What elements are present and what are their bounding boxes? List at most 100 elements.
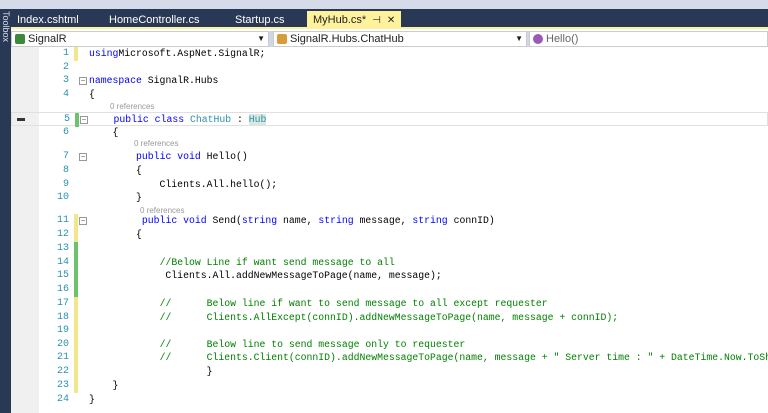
code-token: public void (136, 151, 207, 162)
code-line[interactable]: 21 // Clients.Client(connID).addNewMessa… (11, 351, 768, 365)
line-number: 8 (62, 165, 69, 176)
code-token: string (241, 215, 278, 226)
tab-index-cshtml[interactable]: Index.cshtml (11, 11, 85, 29)
tab-startup[interactable]: Startup.cs (229, 11, 291, 29)
code-line[interactable]: 11− public void Send(string name, string… (11, 214, 768, 228)
code-text: // Below line if want to send message to… (89, 297, 548, 311)
code-line[interactable]: 16 (11, 283, 768, 297)
code-token: string (412, 215, 448, 226)
type-dropdown[interactable]: SignalR.Hubs.ChatHub ▼ (273, 31, 527, 47)
toolbox-panel-tab[interactable]: Toolbox (0, 9, 11, 413)
change-marker (74, 256, 78, 270)
code-text: Clients.All.hello(); (89, 178, 278, 192)
change-marker (74, 47, 78, 61)
type-label: SignalR.Hubs.ChatHub (290, 33, 404, 45)
code-line[interactable]: 15 Clients.All.addNewMessageToPage(name,… (11, 269, 768, 283)
code-text: public class ChatHub : Hub (90, 113, 267, 127)
line-number: 3 (62, 75, 69, 86)
code-token: string (318, 215, 354, 226)
collapse-icon[interactable]: − (79, 153, 87, 161)
code-text: //Below Line if want send message to all (89, 256, 395, 270)
line-number: 9 (62, 179, 69, 190)
code-line[interactable]: 5 − public class ChatHub : Hub (11, 112, 768, 127)
code-line[interactable]: 20 // Below line to send message only to… (11, 338, 768, 352)
code-text: // Clients.AllExcept(connID).addNewMessa… (89, 311, 619, 325)
tab-label: MyHub.cs* (313, 14, 367, 26)
change-marker (74, 269, 78, 283)
code-line[interactable]: 17 // Below line if want to send message… (11, 297, 768, 311)
line-number: 2 (62, 62, 69, 73)
line-number: 13 (56, 243, 69, 254)
code-token: // Below line to send message only to re… (159, 339, 466, 350)
document-tab-bar: Index.cshtml HomeController.cs Startup.c… (11, 9, 768, 29)
line-number: 14 (56, 257, 69, 268)
line-number: 19 (56, 325, 69, 336)
code-text: public void Send(string name, string mes… (89, 214, 495, 228)
code-text: { (89, 164, 142, 178)
code-text: Clients.All.addNewMessageToPage(name, me… (89, 269, 441, 283)
code-token: ChatHub (189, 114, 232, 125)
pin-icon[interactable]: ⊣ (372, 15, 381, 26)
code-line[interactable]: 12 { (11, 228, 768, 242)
code-token: { (89, 165, 142, 176)
line-number: 20 (56, 339, 69, 350)
code-token: namespace (89, 75, 142, 86)
codelens-references[interactable]: 0 references (110, 102, 154, 111)
member-dropdown[interactable]: Hello() (529, 31, 768, 47)
code-token: //Below Line if want send message to all (159, 257, 395, 268)
line-number: 5 (63, 114, 70, 125)
line-number: 1 (62, 48, 69, 59)
code-text: } (89, 365, 213, 379)
collapse-icon[interactable]: − (79, 77, 87, 85)
line-number: 4 (62, 89, 69, 100)
project-label: SignalR (28, 33, 67, 45)
code-line[interactable]: 14 //Below Line if want send message to … (11, 256, 768, 270)
change-marker (74, 242, 78, 256)
code-token: Send( (212, 215, 242, 226)
code-line[interactable]: 24} (11, 393, 768, 407)
chevron-down-icon: ▼ (515, 34, 523, 43)
code-line[interactable]: 8 { (11, 164, 768, 178)
change-marker (74, 214, 78, 228)
code-line[interactable]: 10 } (11, 191, 768, 205)
project-dropdown[interactable]: SignalR ▼ (11, 31, 269, 47)
tab-homecontroller[interactable]: HomeController.cs (103, 11, 205, 29)
project-icon (15, 34, 25, 44)
code-line[interactable]: 9 Clients.All.hello(); (11, 178, 768, 192)
code-line[interactable]: 4{ (11, 88, 768, 102)
codelens-references[interactable]: 0 references (134, 139, 178, 148)
change-marker (74, 297, 78, 311)
collapse-icon[interactable]: − (79, 217, 87, 225)
line-number: 10 (56, 192, 69, 203)
code-token: } (89, 394, 95, 405)
tab-myhub[interactable]: MyHub.cs* ⊣ ✕ (307, 11, 402, 29)
code-line[interactable]: 18 // Clients.AllExcept(connID).addNewMe… (11, 311, 768, 325)
change-marker (74, 324, 78, 338)
collapse-icon[interactable]: − (80, 116, 88, 124)
code-token: { (89, 229, 142, 240)
close-icon[interactable]: ✕ (387, 15, 395, 26)
line-number: 7 (62, 151, 69, 162)
code-text: } (89, 379, 119, 393)
code-line[interactable]: 7 − public void Hello() (11, 150, 768, 164)
code-token: // Below line if want to send message to… (159, 298, 548, 309)
line-number: 21 (56, 352, 69, 363)
line-number: 17 (56, 298, 69, 309)
code-line[interactable]: 19 (11, 324, 768, 338)
change-marker (74, 228, 78, 242)
code-line[interactable]: 3 − namespace SignalR.Hubs (11, 74, 768, 88)
code-line[interactable]: 2 (11, 61, 768, 75)
code-token: : (231, 114, 249, 125)
code-line[interactable]: 23 } (11, 379, 768, 393)
code-line[interactable]: 22 } (11, 365, 768, 379)
line-number: 24 (56, 394, 69, 405)
change-marker (74, 311, 78, 325)
code-line[interactable]: 13 (11, 242, 768, 256)
code-line[interactable]: 1 usingMicrosoft.AspNet.SignalR; (11, 47, 768, 61)
code-line[interactable]: 6 { (11, 126, 768, 140)
code-token: // Clients.AllExcept(connID).addNewMessa… (159, 312, 619, 323)
